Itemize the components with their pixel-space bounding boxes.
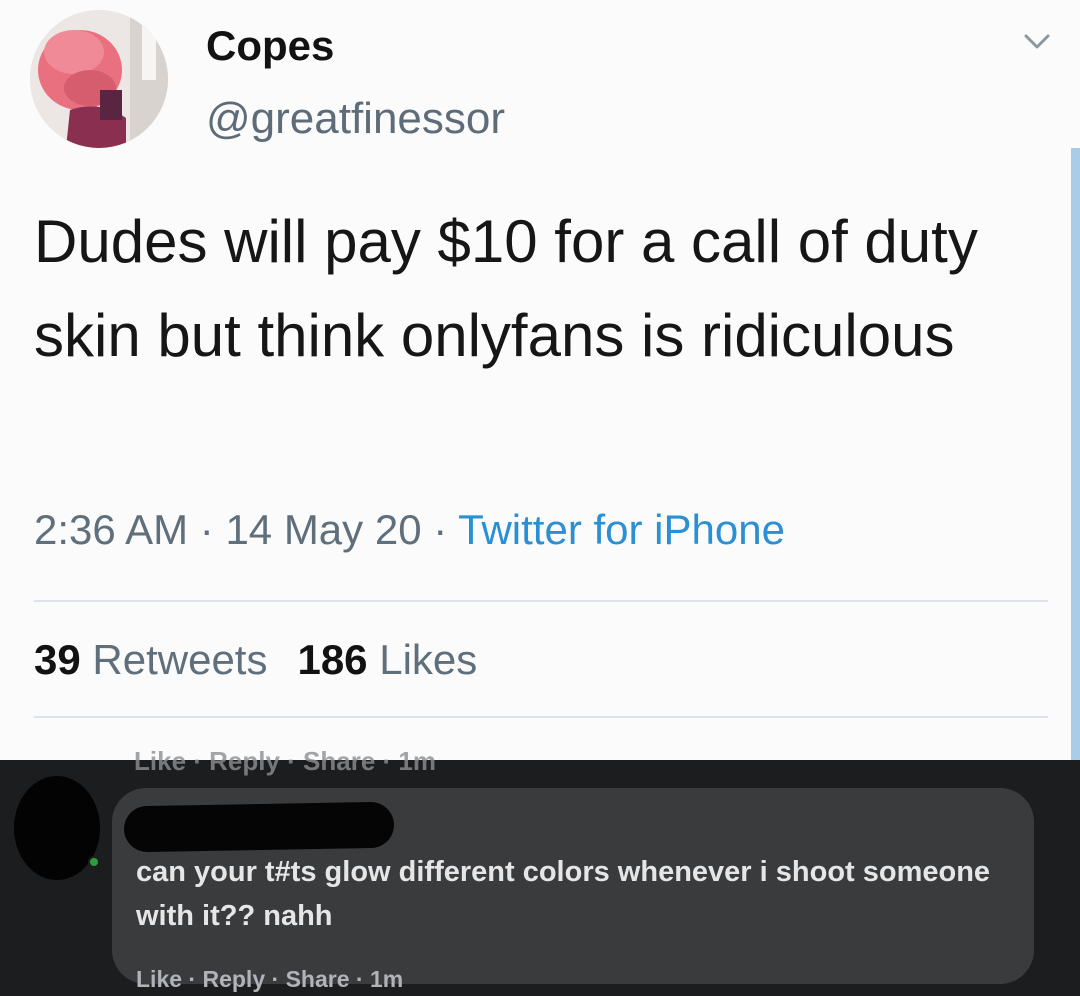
tweet-time: 2:36 AM [34,506,189,553]
tweet-stats: 39 Retweets 186 Likes [34,636,477,684]
divider [34,716,1048,718]
action-separator: · [265,966,286,992]
meta-separator: · [421,506,459,553]
tweet-date: 14 May 20 [225,506,422,553]
comment-timestamp: 1m [369,966,404,992]
avatar[interactable] [30,10,168,148]
user-handle[interactable]: @greatfinessor [206,94,505,144]
retweets-stat[interactable]: 39 Retweets [34,636,267,683]
comment-actions: Like · Reply · Share · 1m [136,966,403,993]
retweets-count: 39 [34,636,81,683]
tweet-metadata: 2:36 AM · 14 May 20 · Twitter for iPhone [34,506,785,554]
tweet-source-link[interactable]: Twitter for iPhone [458,506,785,553]
avatar-image [30,10,168,148]
likes-count: 186 [297,636,368,683]
likes-label: Likes [379,636,478,683]
display-name[interactable]: Copes [206,22,334,70]
tweet-card: Copes @greatfinessor Dudes will pay $10 … [0,0,1080,760]
online-status-indicator [88,856,100,868]
previous-comment-actions: Like · Reply · Share · 1m [134,746,436,776]
like-button[interactable]: Like [136,966,182,992]
comment-bubble: can your t#ts glow different colors when… [112,788,1034,984]
retweets-label: Retweets [92,636,268,683]
action-separator: · [349,966,370,992]
chevron-down-icon[interactable] [1020,30,1054,54]
scroll-indicator [1071,148,1080,760]
comment-text: can your t#ts glow different colors when… [136,856,991,932]
commenter-avatar[interactable] [14,776,100,880]
tweet-text: Dudes will pay $10 for a call of duty sk… [34,208,978,369]
comment-section: Like · Reply · Share · 1m can your t#ts … [0,746,1080,996]
share-button[interactable]: Share [286,966,350,992]
redacted-commenter-name [123,801,395,853]
likes-stat[interactable]: 186 Likes [297,636,477,683]
action-separator: · [182,966,203,992]
divider [34,600,1048,602]
reply-button[interactable]: Reply [202,966,265,992]
meta-separator: · [188,506,226,553]
